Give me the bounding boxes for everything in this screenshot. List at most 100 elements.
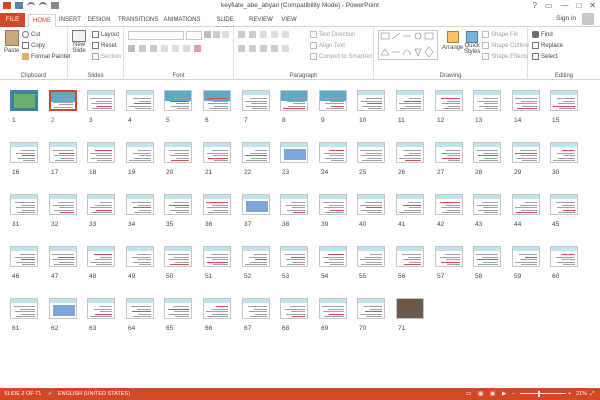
- slide-thumbnail[interactable]: [10, 90, 38, 111]
- slide-thumbnail[interactable]: [164, 298, 192, 319]
- slide-thumbnail[interactable]: [435, 194, 463, 215]
- slide-thumbnail[interactable]: [396, 194, 424, 215]
- slide-thumbnail[interactable]: [396, 246, 424, 267]
- align-text-button[interactable]: Align Text: [310, 42, 345, 49]
- slide-thumbnail[interactable]: [319, 142, 347, 163]
- tab-review[interactable]: REVIEW: [248, 15, 274, 27]
- slide-thumbnail[interactable]: [49, 90, 77, 111]
- slide-thumbnail[interactable]: [49, 142, 77, 163]
- tab-home[interactable]: HOME: [28, 14, 56, 28]
- slide-thumbnail[interactable]: [357, 298, 385, 319]
- find-button[interactable]: Find: [532, 31, 553, 38]
- text-direction-button[interactable]: Text Direction: [310, 31, 355, 38]
- decrease-indent-icon[interactable]: [260, 31, 267, 38]
- slide-thumbnail[interactable]: [126, 142, 154, 163]
- slide-thumbnail[interactable]: [396, 90, 424, 111]
- columns-icon[interactable]: [282, 45, 289, 52]
- spell-check-icon[interactable]: ✓: [48, 391, 53, 397]
- numbering-icon[interactable]: [249, 31, 256, 38]
- minimize-button[interactable]: —: [560, 1, 568, 10]
- slide-thumbnail[interactable]: [164, 142, 192, 163]
- tab-transitions[interactable]: TRANSITIONS: [118, 15, 158, 27]
- help-button[interactable]: ?: [532, 1, 536, 10]
- slide-thumbnail[interactable]: [435, 142, 463, 163]
- slide-thumbnail[interactable]: [203, 90, 231, 111]
- account-avatar[interactable]: [582, 13, 594, 25]
- font-family-select[interactable]: [128, 31, 184, 40]
- paste-button[interactable]: Paste: [4, 30, 19, 54]
- zoom-out-button[interactable]: −: [512, 391, 515, 397]
- slide-thumbnail[interactable]: [357, 194, 385, 215]
- slide-thumbnail[interactable]: [203, 194, 231, 215]
- slide-thumbnail[interactable]: [550, 246, 578, 267]
- slide-thumbnail[interactable]: [512, 246, 540, 267]
- shape-fill-button[interactable]: Shape Fill: [482, 31, 518, 38]
- slide-thumbnail[interactable]: [126, 298, 154, 319]
- slide-thumbnail[interactable]: [357, 246, 385, 267]
- slide-thumbnail[interactable]: [242, 90, 270, 111]
- slide-thumbnail[interactable]: [87, 142, 115, 163]
- ribbon-display-options-button[interactable]: ▭: [545, 1, 553, 10]
- shape-effects-button[interactable]: Shape Effects: [482, 53, 528, 60]
- strikethrough-icon[interactable]: [161, 45, 168, 52]
- slide-thumbnail[interactable]: [164, 194, 192, 215]
- font-size-select[interactable]: [186, 31, 202, 40]
- font-color-icon[interactable]: [194, 45, 201, 52]
- zoom-level[interactable]: 21%: [576, 391, 587, 397]
- slide-thumbnail[interactable]: [242, 194, 270, 215]
- slide-thumbnail[interactable]: [512, 142, 540, 163]
- slide-thumbnail[interactable]: [396, 298, 424, 319]
- zoom-slider[interactable]: [520, 393, 566, 394]
- slide-thumbnail[interactable]: [87, 298, 115, 319]
- shape-outline-button[interactable]: Shape Outline: [482, 42, 529, 49]
- slide-thumbnail[interactable]: [280, 90, 308, 111]
- format-painter-button[interactable]: Format Painter: [22, 53, 71, 60]
- tab-insert[interactable]: INSERT: [58, 15, 82, 27]
- slide-thumbnail[interactable]: [550, 142, 578, 163]
- slide-thumbnail[interactable]: [49, 298, 77, 319]
- bullets-icon[interactable]: [238, 31, 245, 38]
- slide-thumbnail[interactable]: [203, 142, 231, 163]
- tab-view[interactable]: VIEW: [279, 15, 299, 27]
- char-spacing-icon[interactable]: [172, 45, 179, 52]
- slide-thumbnail[interactable]: [473, 142, 501, 163]
- zoom-slider-handle[interactable]: [538, 391, 540, 397]
- slide-thumbnail[interactable]: [473, 246, 501, 267]
- slide-thumbnail[interactable]: [49, 246, 77, 267]
- slide-thumbnail[interactable]: [550, 194, 578, 215]
- slide-sorter-view-icon[interactable]: ▦: [478, 391, 483, 397]
- tab-design[interactable]: DESIGN: [86, 15, 112, 27]
- justify-icon[interactable]: [271, 45, 278, 52]
- slide-thumbnail[interactable]: [10, 298, 38, 319]
- slide-thumbnail[interactable]: [319, 90, 347, 111]
- slide-thumbnail[interactable]: [242, 246, 270, 267]
- normal-view-icon[interactable]: ▭: [466, 391, 471, 397]
- quick-styles-button[interactable]: Quick Styles: [464, 31, 480, 55]
- slide-thumbnail[interactable]: [396, 142, 424, 163]
- language-indicator[interactable]: ENGLISH (UNITED STATES): [58, 391, 130, 397]
- layout-button[interactable]: Layout: [92, 31, 119, 38]
- section-button[interactable]: Section: [92, 53, 121, 60]
- zoom-in-button[interactable]: +: [568, 391, 571, 397]
- convert-smartart-button[interactable]: Convert to SmartArt: [310, 53, 372, 60]
- slide-thumbnail[interactable]: [126, 246, 154, 267]
- italic-icon[interactable]: [139, 45, 146, 52]
- align-left-icon[interactable]: [238, 45, 245, 52]
- align-right-icon[interactable]: [260, 45, 267, 52]
- slide-thumbnail[interactable]: [357, 90, 385, 111]
- copy-button[interactable]: Copy: [22, 42, 45, 49]
- slide-thumbnail[interactable]: [242, 298, 270, 319]
- tab-slide-show[interactable]: SLIDE SHOW: [207, 15, 243, 33]
- maximize-button[interactable]: □: [576, 1, 581, 10]
- slide-thumbnail[interactable]: [473, 90, 501, 111]
- tab-file[interactable]: FILE: [0, 13, 25, 27]
- slide-thumbnail[interactable]: [319, 246, 347, 267]
- underline-icon[interactable]: [150, 45, 157, 52]
- slide-thumbnail[interactable]: [164, 246, 192, 267]
- slide-thumbnail[interactable]: [49, 194, 77, 215]
- shapes-gallery[interactable]: [378, 30, 438, 60]
- change-case-icon[interactable]: [183, 45, 190, 52]
- slide-thumbnail[interactable]: [126, 90, 154, 111]
- slide-thumbnail[interactable]: [242, 142, 270, 163]
- slide-thumbnail[interactable]: [512, 194, 540, 215]
